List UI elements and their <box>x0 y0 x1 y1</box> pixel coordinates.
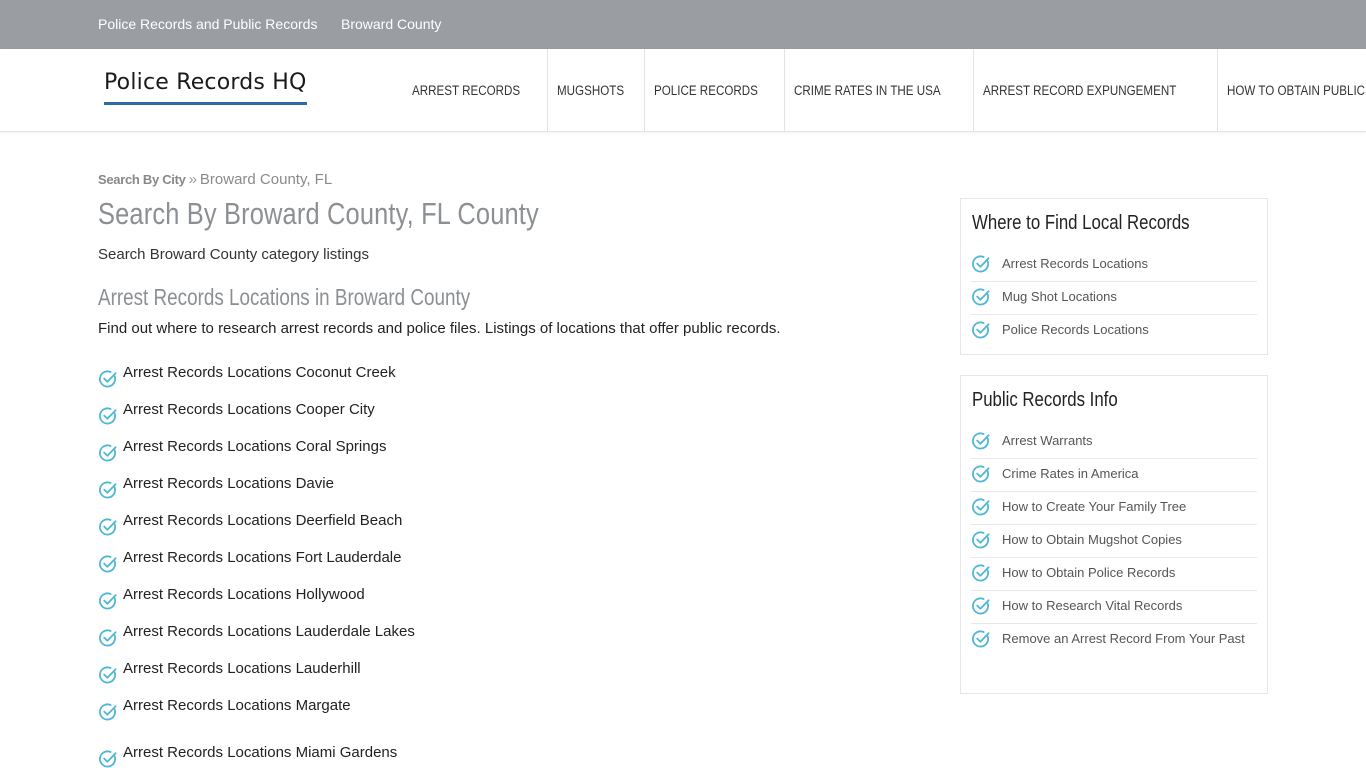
page-subtitle: Search Broward County category listings <box>98 246 369 263</box>
list-item: Arrest Records Locations Hollywood <box>98 586 365 614</box>
site-logo[interactable]: Police Records HQ <box>104 70 307 95</box>
list-item: Arrest Records Locations Coral Springs <box>98 438 386 466</box>
check-circle-icon <box>971 563 991 583</box>
nav-label: ARREST RECORD EXPUNGEMENT <box>983 83 1177 98</box>
widget-link[interactable]: How to Obtain Police Records <box>1002 564 1175 581</box>
nav-obtain-public-records[interactable]: HOW TO OBTAIN PUBLIC RECORDS <box>1218 49 1366 132</box>
nav-label: HOW TO OBTAIN PUBLIC RECORDS <box>1226 83 1366 98</box>
location-link[interactable]: Arrest Records Locations Deerfield Beach <box>123 512 402 529</box>
nav-label: CRIME RATES IN THE USA <box>793 83 941 98</box>
widget-title: Public Records Info <box>972 389 1118 411</box>
check-circle-icon <box>971 287 991 307</box>
widget-list-item: How to Obtain Police Records <box>971 558 1257 591</box>
nav-label: POLICE RECORDS <box>653 83 758 98</box>
breadcrumb: Search By City» Broward County, FL <box>98 171 332 188</box>
widget-public-records-info: Public Records Info Arrest Warrants Crime… <box>960 375 1268 694</box>
list-item: Arrest Records Locations Margate <box>98 697 351 725</box>
check-circle-icon <box>98 665 118 685</box>
widget-link[interactable]: Police Records Locations <box>1002 321 1149 338</box>
check-circle-icon <box>971 629 991 649</box>
check-circle-icon <box>971 596 991 616</box>
widget-list-item: Mug Shot Locations <box>971 282 1257 315</box>
nav-crime-rates[interactable]: CRIME RATES IN THE USA <box>785 49 975 132</box>
check-circle-icon <box>98 443 118 463</box>
breadcrumb-current: Broward County, FL <box>199 171 333 188</box>
list-item: Arrest Records Locations Lauderdale Lake… <box>98 623 415 651</box>
site-header: Police Records HQ ARREST RECORDS MUGSHOT… <box>0 49 1366 132</box>
check-circle-icon <box>971 320 991 340</box>
topbar-link-police-records[interactable]: Police Records and Public Records <box>98 16 317 32</box>
widget-local-records: Where to Find Local Records Arrest Recor… <box>960 198 1268 355</box>
breadcrumb-separator: » <box>188 171 197 188</box>
widget-link[interactable]: Mug Shot Locations <box>1002 288 1117 305</box>
nav-mugshots[interactable]: MUGSHOTS <box>548 49 645 132</box>
location-link[interactable]: Arrest Records Locations Lauderhill <box>123 660 361 677</box>
widget-link[interactable]: How to Obtain Mugshot Copies <box>1002 531 1182 548</box>
check-circle-icon <box>98 554 118 574</box>
widget-link[interactable]: Remove an Arrest Record From Your Past <box>1002 630 1245 647</box>
list-item: Arrest Records Locations Fort Lauderdale <box>98 549 401 577</box>
list-item: Arrest Records Locations Lauderhill <box>98 660 361 688</box>
location-link[interactable]: Arrest Records Locations Cooper City <box>123 401 375 418</box>
widget-list-item: Arrest Warrants <box>971 426 1257 459</box>
location-link[interactable]: Arrest Records Locations Miami Gardens <box>123 744 397 761</box>
nav-police-records[interactable]: POLICE RECORDS <box>645 49 785 132</box>
check-circle-icon <box>98 749 118 768</box>
widget-link[interactable]: How to Research Vital Records <box>1002 597 1182 614</box>
section-title: Arrest Records Locations in Broward Coun… <box>98 284 471 310</box>
check-circle-icon <box>971 530 991 550</box>
location-link[interactable]: Arrest Records Locations Hollywood <box>123 586 365 603</box>
check-circle-icon <box>98 591 118 611</box>
widget-list-item: How to Research Vital Records <box>971 591 1257 624</box>
top-bar: Police Records and Public Records Browar… <box>0 0 1366 49</box>
check-circle-icon <box>98 406 118 426</box>
widget-list-item: Crime Rates in America <box>971 459 1257 492</box>
list-item: Arrest Records Locations Deerfield Beach <box>98 512 402 540</box>
check-circle-icon <box>98 369 118 389</box>
check-circle-icon <box>98 480 118 500</box>
location-link[interactable]: Arrest Records Locations Lauderdale Lake… <box>123 623 415 640</box>
list-item: Arrest Records Locations Cooper City <box>98 401 375 429</box>
widget-title: Where to Find Local Records <box>972 212 1190 234</box>
check-circle-icon <box>98 517 118 537</box>
check-circle-icon <box>971 497 991 517</box>
widget-link[interactable]: Crime Rates in America <box>1002 465 1139 482</box>
widget-link[interactable]: Arrest Records Locations <box>1002 255 1148 272</box>
main-nav: ARREST RECORDS MUGSHOTS POLICE RECORDS C… <box>403 49 1366 132</box>
location-link[interactable]: Arrest Records Locations Coconut Creek <box>123 364 396 381</box>
list-item: Arrest Records Locations Miami Gardens <box>98 744 397 768</box>
nav-label: MUGSHOTS <box>556 83 624 98</box>
widget-link[interactable]: Arrest Warrants <box>1002 432 1093 449</box>
location-link[interactable]: Arrest Records Locations Davie <box>123 475 334 492</box>
widget-list-item: Police Records Locations <box>971 315 1257 347</box>
check-circle-icon <box>971 254 991 274</box>
breadcrumb-link-search-by-city[interactable]: Search By City <box>98 172 186 187</box>
check-circle-icon <box>971 464 991 484</box>
nav-arrest-records[interactable]: ARREST RECORDS <box>403 49 548 132</box>
widget-list-item: Arrest Records Locations <box>971 249 1257 282</box>
widget-list-item: Remove an Arrest Record From Your Past <box>971 624 1257 656</box>
check-circle-icon <box>98 702 118 722</box>
widget-list-item: How to Obtain Mugshot Copies <box>971 525 1257 558</box>
page-title: Search By Broward County, FL County <box>98 196 539 231</box>
location-link[interactable]: Arrest Records Locations Fort Lauderdale <box>123 549 401 566</box>
widget-link[interactable]: How to Create Your Family Tree <box>1002 498 1186 515</box>
widget-list-local: Arrest Records Locations Mug Shot Locatio… <box>971 249 1257 347</box>
location-link[interactable]: Arrest Records Locations Coral Springs <box>123 438 386 455</box>
nav-label: ARREST RECORDS <box>412 83 521 98</box>
topbar-link-broward-county[interactable]: Broward County <box>341 16 441 32</box>
widget-list-item: How to Create Your Family Tree <box>971 492 1257 525</box>
nav-expungement[interactable]: ARREST RECORD EXPUNGEMENT <box>974 49 1218 132</box>
widget-list-info: Arrest Warrants Crime Rates in America How… <box>971 426 1257 656</box>
location-link[interactable]: Arrest Records Locations Margate <box>123 697 351 714</box>
logo-underline <box>104 102 307 105</box>
list-item: Arrest Records Locations Coconut Creek <box>98 364 396 392</box>
list-item: Arrest Records Locations Davie <box>98 475 334 503</box>
check-circle-icon <box>971 431 991 451</box>
check-circle-icon <box>98 628 118 648</box>
section-description: Find out where to research arrest record… <box>98 320 781 337</box>
